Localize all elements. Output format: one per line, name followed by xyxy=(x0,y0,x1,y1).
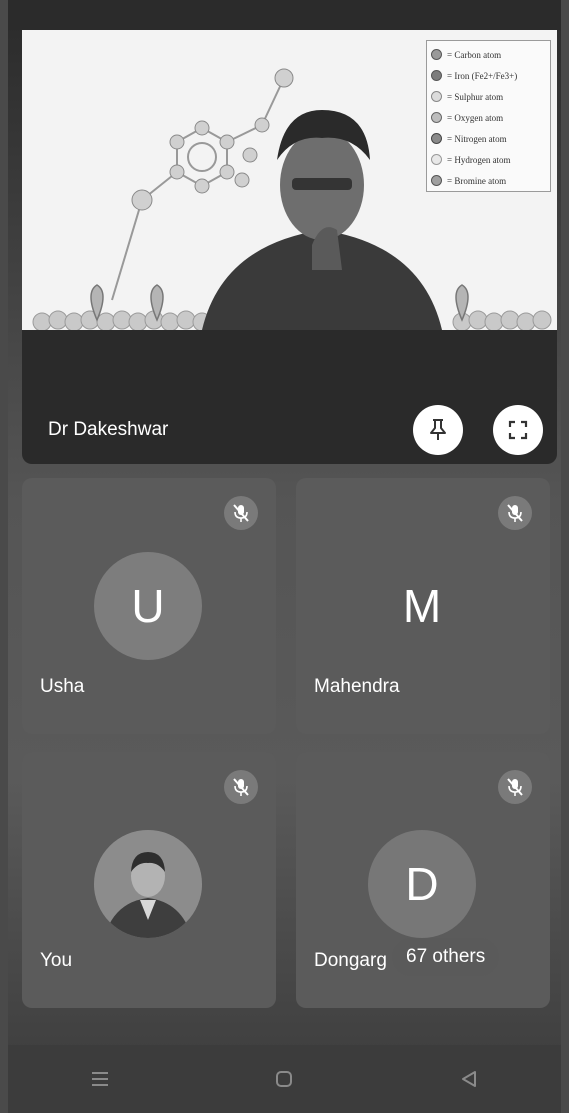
menu-icon xyxy=(92,1072,109,1086)
participant-name: Usha xyxy=(40,676,85,697)
avatar: D xyxy=(368,830,476,938)
pin-icon xyxy=(430,419,446,440)
meeting-screen: = Carbon atom = Iron (Fe2+/Fe3+) = Sulph… xyxy=(8,0,561,1113)
participant-tile[interactable]: M Mahendra xyxy=(296,478,550,734)
legend-label: = Bromine atom xyxy=(447,175,507,186)
legend-label: = Iron (Fe2+/Fe3+) xyxy=(447,70,518,81)
participant-name: Mahendra xyxy=(314,676,400,697)
mic-off-icon xyxy=(233,504,249,522)
legend-swatch xyxy=(431,70,442,81)
mic-off-badge xyxy=(224,496,258,530)
legend-row: = Sulphur atom xyxy=(431,86,546,107)
others-count-chip[interactable]: 67 others xyxy=(392,938,500,976)
home-icon xyxy=(276,1071,293,1087)
legend-label: = Hydrogen atom xyxy=(447,154,511,165)
legend-row: = Carbon atom xyxy=(431,44,546,65)
fullscreen-button[interactable] xyxy=(493,405,543,455)
back-icon xyxy=(461,1071,476,1087)
legend-row: = Oxygen atom xyxy=(431,107,546,128)
pin-button[interactable] xyxy=(413,405,463,455)
participant-name: You xyxy=(40,950,73,971)
legend-swatch xyxy=(431,91,442,102)
mic-off-icon xyxy=(507,778,523,796)
mic-off-badge xyxy=(224,770,258,804)
legend-label: = Sulphur atom xyxy=(447,91,504,102)
presenter-video: = Carbon atom = Iron (Fe2+/Fe3+) = Sulph… xyxy=(22,30,557,332)
presenter-tile[interactable]: = Carbon atom = Iron (Fe2+/Fe3+) = Sulph… xyxy=(22,30,557,464)
avatar: M xyxy=(402,580,442,632)
participant-tile[interactable]: D Dongarg 67 others xyxy=(296,752,550,1008)
slide-legend: = Carbon atom = Iron (Fe2+/Fe3+) = Sulph… xyxy=(426,40,551,192)
legend-row: = Hydrogen atom xyxy=(431,149,546,170)
participant-tile[interactable]: U Usha xyxy=(22,478,276,734)
avatar: U xyxy=(94,552,202,660)
presenter-name: Dr Dakeshwar xyxy=(48,419,169,440)
legend-swatch xyxy=(431,154,442,165)
recent-apps-button[interactable] xyxy=(80,1059,120,1099)
legend-row: = Nitrogen atom xyxy=(431,128,546,149)
participant-tile[interactable]: You xyxy=(22,752,276,1008)
mic-off-icon xyxy=(507,504,523,522)
mic-off-icon xyxy=(233,778,249,796)
legend-row: = Bromine atom xyxy=(431,170,546,191)
mic-off-badge xyxy=(498,770,532,804)
mic-off-badge xyxy=(498,496,532,530)
status-bar xyxy=(8,0,561,30)
legend-swatch xyxy=(431,112,442,123)
legend-row: = Iron (Fe2+/Fe3+) xyxy=(431,65,546,86)
legend-label: = Nitrogen atom xyxy=(447,133,507,144)
system-nav-bar xyxy=(8,1045,561,1113)
home-button[interactable] xyxy=(264,1059,304,1099)
fullscreen-icon xyxy=(508,420,528,440)
participant-name: Dongarg xyxy=(314,950,387,971)
legend-label: = Oxygen atom xyxy=(447,112,504,123)
avatar-photo xyxy=(94,830,202,938)
back-button[interactable] xyxy=(449,1059,489,1099)
legend-swatch xyxy=(431,49,442,60)
legend-label: = Carbon atom xyxy=(447,49,502,60)
legend-swatch xyxy=(431,133,442,144)
legend-swatch xyxy=(431,175,442,186)
user-photo xyxy=(94,830,202,938)
